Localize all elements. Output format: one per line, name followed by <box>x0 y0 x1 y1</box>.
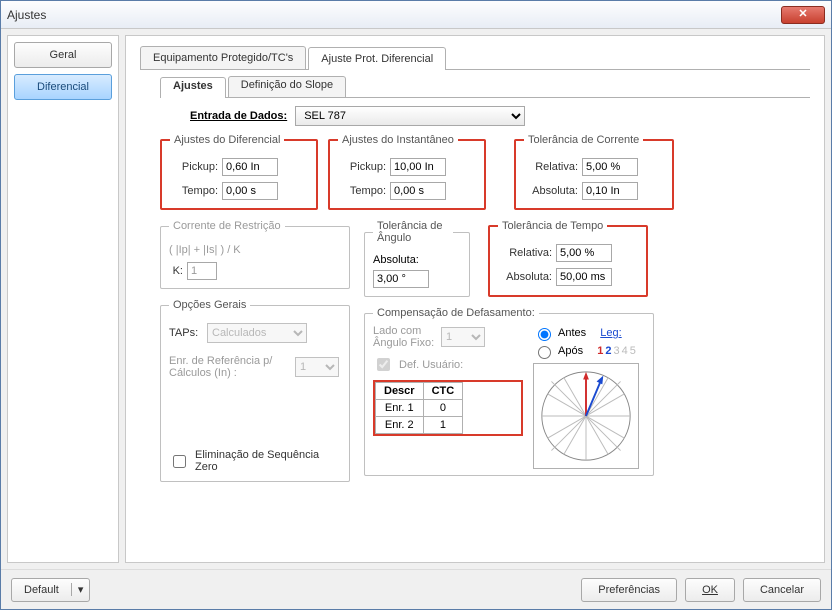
def-usuario-label: Def. Usuário: <box>399 359 463 371</box>
group-tol-tempo: Tolerância de Tempo Relativa: Absoluta: <box>488 220 648 297</box>
legend-tol-corr: Tolerância de Corrente <box>524 134 643 146</box>
table-row: Enr. 21 <box>376 417 463 434</box>
tol-corr-rel-label: Relativa: <box>524 161 578 173</box>
ang-abs-label: Absoluta: <box>373 254 461 266</box>
th-ctc: CTC <box>423 383 463 400</box>
tempo-inst-input[interactable] <box>390 182 446 200</box>
tol-corr-rel-input[interactable] <box>582 158 638 176</box>
main-tabs: Equipamento Protegido/TC's Ajuste Prot. … <box>140 46 810 70</box>
taps-select: Calculados <box>207 323 307 343</box>
pickup-label-dif: Pickup: <box>170 161 218 173</box>
tol-tempo-rel-input[interactable] <box>556 244 612 262</box>
subtab-slope[interactable]: Definição do Slope <box>228 76 346 97</box>
pickup-dif-input[interactable] <box>222 158 278 176</box>
legend-comp: Compensação de Defasamento: <box>373 307 539 319</box>
window-title: Ajustes <box>7 8 46 22</box>
restricao-formula: ( |Ip| + |Is| ) / K <box>169 244 341 256</box>
tempo-label-inst: Tempo: <box>338 185 386 197</box>
lado-select: 1 <box>441 327 485 347</box>
k-label: K: <box>169 265 183 277</box>
sub-tabs: Ajustes Definição do Slope <box>160 76 810 98</box>
tempo-dif-input[interactable] <box>222 182 278 200</box>
dialog-footer: Default▾ Preferências OK Cancelar <box>1 569 831 609</box>
settings-dialog: Ajustes ✕ Geral Diferencial Equipamento … <box>0 0 832 610</box>
entrada-select[interactable]: SEL 787 <box>295 106 525 126</box>
sidebar-item-diferencial[interactable]: Diferencial <box>14 74 112 100</box>
chevron-down-icon[interactable]: ▾ <box>71 583 90 596</box>
cell: 0 <box>423 400 463 417</box>
cell: Enr. 2 <box>376 417 424 434</box>
entrada-label: Entrada de Dados: <box>190 110 287 122</box>
group-restricao: Corrente de Restrição ( |Ip| + |Is| ) / … <box>160 220 350 289</box>
titlebar: Ajustes ✕ <box>1 1 831 29</box>
ang-abs-input[interactable] <box>373 270 429 288</box>
legend-inst: Ajustes do Instantâneo <box>338 134 458 146</box>
apos-label: Após <box>558 345 583 357</box>
group-tol-corrente: Tolerância de Corrente Relativa: Absolut… <box>514 134 674 210</box>
tol-corr-abs-label: Absoluta: <box>524 185 578 197</box>
cancel-button[interactable]: Cancelar <box>743 578 821 602</box>
tol-tempo-rel-label: Relativa: <box>498 247 552 259</box>
lado-label: Lado com Ângulo Fixo: <box>373 325 435 349</box>
enr-ref-select: 1 <box>295 357 339 377</box>
elim-seq-zero-label: Eliminação de Sequência Zero <box>195 449 341 473</box>
group-instantaneo: Ajustes do Instantâneo Pickup: Tempo: <box>328 134 486 210</box>
def-usuario-check <box>377 358 390 371</box>
cell: Enr. 1 <box>376 400 424 417</box>
preferencias-button[interactable]: Preferências <box>581 578 677 602</box>
legend-opcoes: Opções Gerais <box>169 299 250 311</box>
default-button[interactable]: Default▾ <box>11 578 90 602</box>
legend-tol-ang: Tolerância de Ângulo <box>373 220 453 244</box>
radio-apos[interactable]: Após 12345 <box>533 343 639 359</box>
ok-button[interactable]: OK <box>685 578 735 602</box>
group-compensacao: Compensação de Defasamento: Lado com Âng… <box>364 307 654 476</box>
enr-ref-label: Enr. de Referência p/ Cálculos (In) : <box>169 355 289 379</box>
tab-equipamento[interactable]: Equipamento Protegido/TC's <box>140 46 306 69</box>
antes-label: Antes <box>558 327 586 339</box>
k-input <box>187 262 217 280</box>
tol-corr-abs-input[interactable] <box>582 182 638 200</box>
tab-ajuste-prot[interactable]: Ajuste Prot. Diferencial <box>308 47 446 70</box>
legend-diferencial: Ajustes do Diferencial <box>170 134 284 146</box>
th-descr: Descr <box>376 383 424 400</box>
group-tol-angulo: Tolerância de Ângulo Absoluta: <box>364 220 470 297</box>
phasor-wheel <box>533 363 639 469</box>
tempo-label-dif: Tempo: <box>170 185 218 197</box>
pickup-label-inst: Pickup: <box>338 161 386 173</box>
leg-numbers: 12345 <box>597 345 638 357</box>
taps-label: TAPs: <box>169 327 203 339</box>
close-button[interactable]: ✕ <box>781 6 825 24</box>
legend-tol-tempo: Tolerância de Tempo <box>498 220 607 232</box>
group-diferencial: Ajustes do Diferencial Pickup: Tempo: <box>160 134 318 210</box>
leg-link[interactable]: Leg: <box>600 327 621 339</box>
ctc-table: DescrCTC Enr. 10 Enr. 21 <box>373 380 523 436</box>
elim-seq-zero-check[interactable] <box>173 455 186 468</box>
sidebar-item-geral[interactable]: Geral <box>14 42 112 68</box>
sidebar: Geral Diferencial <box>7 35 119 563</box>
legend-restricao: Corrente de Restrição <box>169 220 285 232</box>
main-panel: Equipamento Protegido/TC's Ajuste Prot. … <box>125 35 825 563</box>
default-label: Default <box>12 584 71 596</box>
table-row: Enr. 10 <box>376 400 463 417</box>
tol-tempo-abs-label: Absoluta: <box>498 271 552 283</box>
group-opcoes: Opções Gerais TAPs: Calculados Enr. de Re… <box>160 299 350 482</box>
cell: 1 <box>423 417 463 434</box>
pickup-inst-input[interactable] <box>390 158 446 176</box>
radio-antes[interactable]: Antes Leg: <box>533 325 639 341</box>
tol-tempo-abs-input[interactable] <box>556 268 612 286</box>
subtab-ajustes[interactable]: Ajustes <box>160 77 226 98</box>
